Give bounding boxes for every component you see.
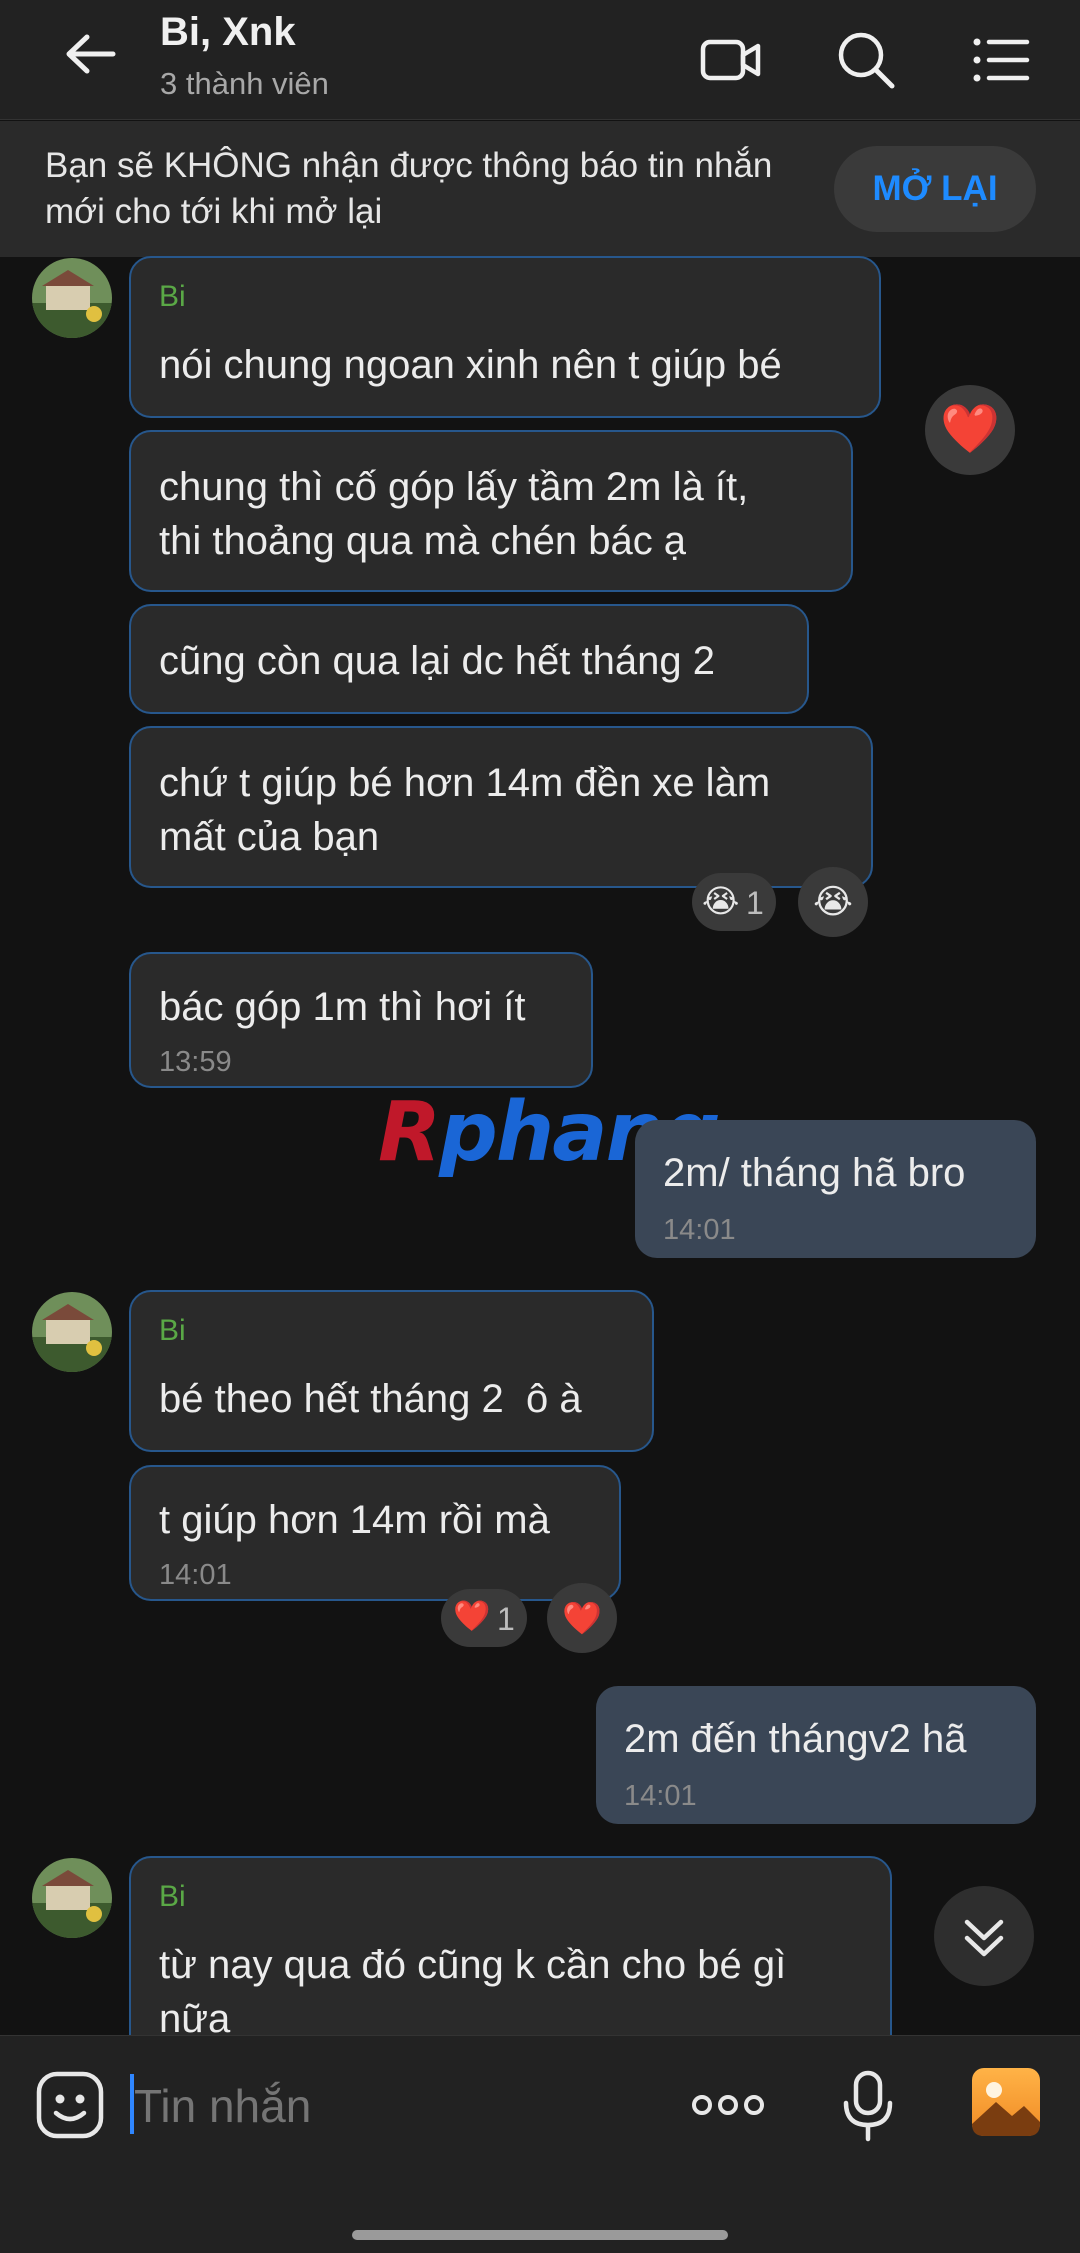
heart-reaction-button[interactable]: ❤️ — [547, 1583, 617, 1653]
chat-header: Bi, Xnk 3 thành viên — [0, 0, 1080, 120]
message-text: t giúp hơn 14m rồi mà — [159, 1498, 550, 1542]
heart-reaction-button[interactable]: ❤️ — [925, 385, 1015, 475]
message-text: bác góp 1m thì hơi ít — [159, 985, 526, 1029]
double-chevron-down-icon — [964, 1919, 1004, 1957]
message-text: chung thì cố góp lấy tầm 2m là ít, thi t… — [159, 465, 749, 563]
avatar-image — [32, 1292, 112, 1372]
sent-message-bubble[interactable]: 2m/ tháng hã bro 14:01 — [635, 1120, 1036, 1258]
avatar[interactable] — [32, 258, 112, 338]
crying-face-icon: 😭 — [702, 883, 740, 919]
message-bubble[interactable]: cũng còn qua lại dc hết tháng 2 — [129, 604, 809, 714]
message-text: 2m/ tháng hã bro — [663, 1151, 966, 1195]
menu-list-icon[interactable] — [965, 24, 1037, 96]
message-time: 14:01 — [663, 1214, 736, 1246]
message-input[interactable] — [134, 2066, 654, 2146]
message-bubble[interactable]: Bi nói chung ngoan xinh nên t giúp bé — [129, 256, 881, 418]
message-bubble[interactable]: chứ t giúp bé hơn 14m đền xe làm mất của… — [129, 726, 873, 888]
chat-title[interactable]: Bi, Xnk — [160, 10, 296, 55]
reaction-count: 1 — [497, 1601, 515, 1637]
avatar-image — [32, 258, 112, 338]
member-count[interactable]: 3 thành viên — [160, 66, 329, 102]
message-time: 13:59 — [159, 1046, 232, 1078]
watermark-r: R — [378, 1085, 441, 1180]
scroll-to-bottom-button[interactable] — [934, 1886, 1034, 1986]
avatar[interactable] — [32, 1858, 112, 1938]
message-bubble[interactable]: Bi bé theo hết tháng 2 ô à — [129, 1290, 654, 1452]
message-text: từ nay qua đó cũng k cần cho bé gì nữa — [159, 1943, 787, 2041]
message-bubble[interactable]: chung thì cố góp lấy tầm 2m là ít, thi t… — [129, 430, 853, 592]
avatar[interactable] — [32, 1292, 112, 1372]
message-time: 14:01 — [159, 1559, 232, 1591]
message-composer — [0, 2035, 1080, 2253]
sender-name: Bi — [159, 1314, 186, 1347]
message-time: 14:01 — [624, 1780, 697, 1812]
reaction-summary[interactable]: ❤️ 1 — [441, 1589, 527, 1647]
back-arrow-icon[interactable] — [55, 24, 125, 94]
message-text: bé theo hết tháng 2 ô à — [159, 1377, 582, 1421]
message-bubble[interactable]: t giúp hơn 14m rồi mà 14:01 — [129, 1465, 621, 1601]
unmute-button[interactable]: MỞ LẠI — [834, 146, 1036, 232]
sender-name: Bi — [159, 280, 186, 313]
mute-notice-banner: Bạn sẽ KHÔNG nhận được thông báo tin nhắ… — [0, 121, 1080, 257]
message-text: cũng còn qua lại dc hết tháng 2 — [159, 639, 715, 683]
avatar-image — [32, 1858, 112, 1938]
microphone-icon[interactable] — [838, 2069, 898, 2145]
heart-icon: ❤️ — [453, 1600, 491, 1633]
sender-name: Bi — [159, 1880, 186, 1913]
crying-face-reaction-button[interactable]: 😭 — [798, 867, 868, 937]
more-options-icon[interactable] — [690, 2081, 766, 2129]
photo-gallery-icon[interactable] — [970, 2066, 1042, 2138]
sticker-icon[interactable] — [34, 2069, 106, 2141]
message-bubble[interactable]: bác góp 1m thì hơi ít 13:59 — [129, 952, 593, 1088]
video-call-icon[interactable] — [695, 24, 767, 96]
message-text: nói chung ngoan xinh nên t giúp bé — [159, 343, 782, 387]
mute-notice-text: Bạn sẽ KHÔNG nhận được thông báo tin nhắ… — [45, 146, 773, 231]
sent-message-bubble[interactable]: 2m đến thángv2 hã 14:01 — [596, 1686, 1036, 1824]
search-icon[interactable] — [830, 24, 902, 96]
message-text: chứ t giúp bé hơn 14m đền xe làm mất của… — [159, 761, 771, 859]
reaction-count: 1 — [746, 885, 764, 921]
reaction-summary[interactable]: 😭 1 — [692, 873, 776, 931]
home-indicator — [352, 2230, 728, 2240]
message-text: 2m đến thángv2 hã — [624, 1717, 967, 1761]
